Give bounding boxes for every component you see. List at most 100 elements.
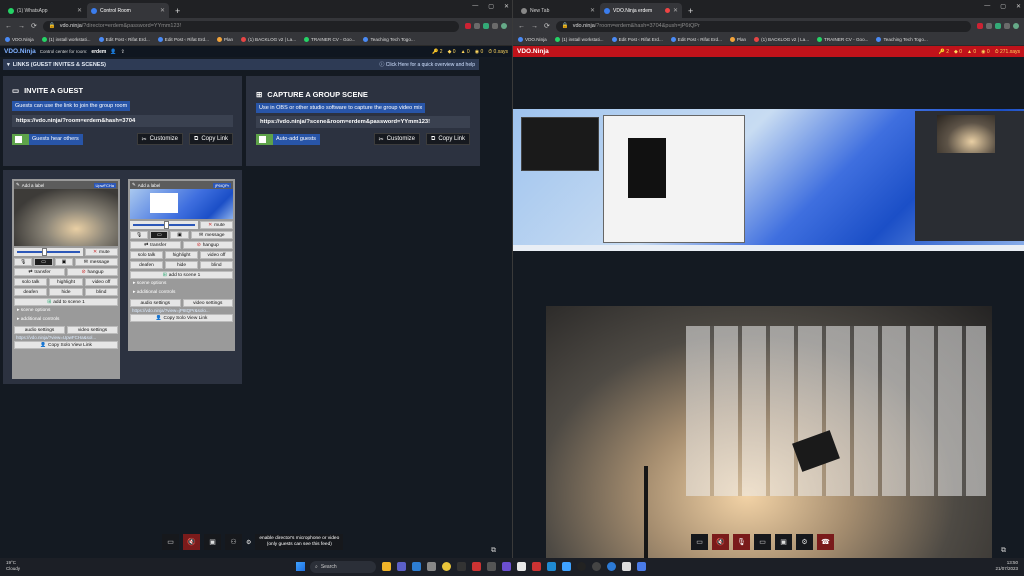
capture-customize-button[interactable]: ✂ Customize [373, 133, 421, 145]
additional-controls-toggle[interactable]: ▸ additional controls [14, 315, 118, 324]
extension-icon[interactable] [474, 23, 480, 29]
links-section-header[interactable]: ▾ LINKS (GUEST INVITES & SCENES) ⓘ Click… [3, 59, 479, 70]
transfer-button[interactable]: ⇄ transfer [14, 268, 65, 276]
app-icon[interactable] [487, 562, 496, 571]
scene-options-toggle[interactable]: ▸ scene options [130, 279, 233, 288]
bookmark[interactable]: TRAINER CV - Goo... [817, 37, 868, 42]
hide-button[interactable]: hide [165, 261, 198, 269]
extension-icon[interactable] [977, 23, 983, 29]
transfer-button[interactable]: ⇄ transfer [130, 241, 181, 249]
minimize-icon[interactable]: — [472, 3, 478, 10]
app-icon[interactable] [562, 562, 571, 571]
bookmark[interactable]: Plan [216, 37, 233, 42]
bookmark[interactable]: VDO.Ninja [5, 37, 34, 42]
chrome-icon[interactable] [442, 562, 451, 571]
mic-button[interactable]: 🎙 [14, 258, 33, 266]
start-icon[interactable] [296, 562, 305, 571]
highlight-button[interactable]: highlight [165, 251, 198, 259]
system-clock[interactable]: 13:50 21/07/2023 [995, 560, 1018, 572]
url-input[interactable]: 🔒 vdo.ninja/?room=erdem&hash=3704&push=jP… [555, 20, 971, 32]
app-icon[interactable] [472, 562, 481, 571]
blind-button[interactable]: blind [200, 261, 233, 269]
app-icon[interactable] [517, 562, 526, 571]
highlight-button[interactable]: highlight [49, 278, 83, 286]
camera-feed[interactable] [546, 306, 992, 558]
puzzle-icon[interactable] [492, 23, 498, 29]
chat-icon[interactable]: ▭ [691, 534, 708, 550]
bookmark[interactable]: Teaching Tech Togo... [876, 37, 928, 42]
hangup-icon[interactable]: ☎ [817, 534, 834, 550]
back-icon[interactable]: ← [518, 23, 525, 30]
scene-link[interactable]: https://vdo.ninja/?scene&room=erdem&pass… [256, 116, 470, 128]
volume-slider[interactable] [14, 248, 83, 256]
invite-copy-link-button[interactable]: ⧉ Copy Link [189, 133, 233, 145]
tab-control-room[interactable]: Control Room ✕ [87, 3, 169, 18]
hangup-button[interactable]: ⊘ hangup [182, 241, 233, 249]
weather-widget[interactable]: 19°C Cloudy [6, 560, 20, 572]
new-tab-button[interactable]: + [170, 6, 185, 18]
video-off-button[interactable]: video off [84, 278, 118, 286]
tab-vdo-ninja-erdem[interactable]: VDO.Ninja erdem ✕ [600, 3, 682, 18]
solo-view-link[interactable]: https://vdo.ninja/?view=jP6tQPr&solo... [130, 307, 233, 314]
bookmark[interactable]: Edit Post ‹ Rifat Erd... [98, 37, 150, 42]
vdo-brand[interactable]: VDO.Ninja [4, 48, 36, 55]
mute-button[interactable]: ✕ mute [200, 221, 233, 229]
scene-options-toggle[interactable]: ▸ scene options [14, 306, 118, 315]
reload-icon[interactable]: ⟳ [544, 22, 550, 30]
share-icon[interactable]: ⇪ [121, 49, 125, 55]
audio-settings-button[interactable]: audio settings [130, 299, 181, 307]
maximize-icon[interactable]: ▢ [1000, 3, 1006, 10]
copy-solo-view-link-button[interactable]: 👤 Copy Solo View Link [130, 314, 233, 322]
deafen-button[interactable]: deafen [14, 288, 48, 296]
profile-icon[interactable] [501, 23, 507, 29]
minimize-icon[interactable]: — [984, 3, 990, 10]
bookmark[interactable]: Teaching Tech Togo... [363, 37, 415, 42]
fullscreen-icon[interactable]: ⧉ [491, 547, 496, 555]
camera-button[interactable]: ▭ [150, 231, 169, 239]
user-icon[interactable]: 👤 [110, 49, 116, 55]
close-icon[interactable]: ✕ [673, 7, 678, 14]
back-icon[interactable]: ← [5, 23, 12, 30]
close-window-icon[interactable]: ✕ [504, 3, 509, 10]
extension-icon[interactable] [986, 23, 992, 29]
forward-icon[interactable]: → [18, 23, 25, 30]
speaker-mute-icon[interactable]: 🔇 [183, 534, 200, 550]
app-icon[interactable] [607, 562, 616, 571]
screen-button[interactable]: ▣ [54, 258, 74, 266]
screen-share-icon[interactable]: ▣ [204, 534, 221, 550]
url-input[interactable]: 🔒 vdo.ninja/?director=erdem&password=YYmm… [42, 20, 459, 32]
bookmark[interactable]: (1) BACKLOG v2 | La... [241, 37, 296, 42]
vdo-brand[interactable]: VDO.Ninja [517, 48, 549, 55]
extension-icon[interactable] [465, 23, 471, 29]
bookmark[interactable]: (1) install workstati... [41, 37, 91, 42]
close-icon[interactable]: ✕ [590, 7, 595, 14]
audio-settings-button[interactable]: audio settings [14, 326, 65, 334]
bookmark[interactable]: (1) install workstati... [554, 37, 604, 42]
mute-button[interactable]: ✕ mute [84, 248, 118, 256]
reload-icon[interactable]: ⟳ [31, 22, 37, 30]
bookmark[interactable]: Plan [729, 37, 746, 42]
bookmark[interactable]: Edit Post ‹ Rifat Erd... [670, 37, 722, 42]
solo-view-link[interactable]: https://vdo.ninja/?view=UpwFCHa&sol... [14, 334, 118, 341]
edit-icon[interactable]: ✎ [132, 182, 136, 188]
message-button[interactable]: ✉ message [190, 231, 234, 239]
taskbar-search[interactable]: ⌕ Search [310, 561, 376, 573]
additional-controls-toggle[interactable]: ▸ additional controls [130, 288, 233, 297]
solo-talk-button[interactable]: solo talk [14, 278, 48, 286]
profile-icon[interactable] [1013, 23, 1019, 29]
invite-link[interactable]: https://vdo.ninja/?room=erdem&hash=3704 [12, 115, 233, 127]
vscode-icon[interactable] [547, 562, 556, 571]
puzzle-icon[interactable] [1004, 23, 1010, 29]
app-icon[interactable] [592, 562, 601, 571]
copy-solo-view-link-button[interactable]: 👤 Copy Solo View Link [14, 341, 118, 349]
toggle-switch[interactable] [256, 133, 273, 145]
bookmark[interactable]: Edit Post ‹ Rifat Erd... [157, 37, 209, 42]
auto-add-guests-toggle[interactable]: Auto-add guests [256, 133, 321, 145]
video-settings-button[interactable]: video settings [182, 299, 233, 307]
group-settings-icon[interactable]: ⚇ [225, 534, 242, 550]
app-icon[interactable] [457, 562, 466, 571]
hangup-button[interactable]: ⊘ hangup [67, 268, 118, 276]
mic-mute-icon[interactable]: 🎙 [733, 534, 750, 550]
invite-customize-button[interactable]: ✂ Customize [136, 133, 184, 145]
app-icon[interactable] [532, 562, 541, 571]
